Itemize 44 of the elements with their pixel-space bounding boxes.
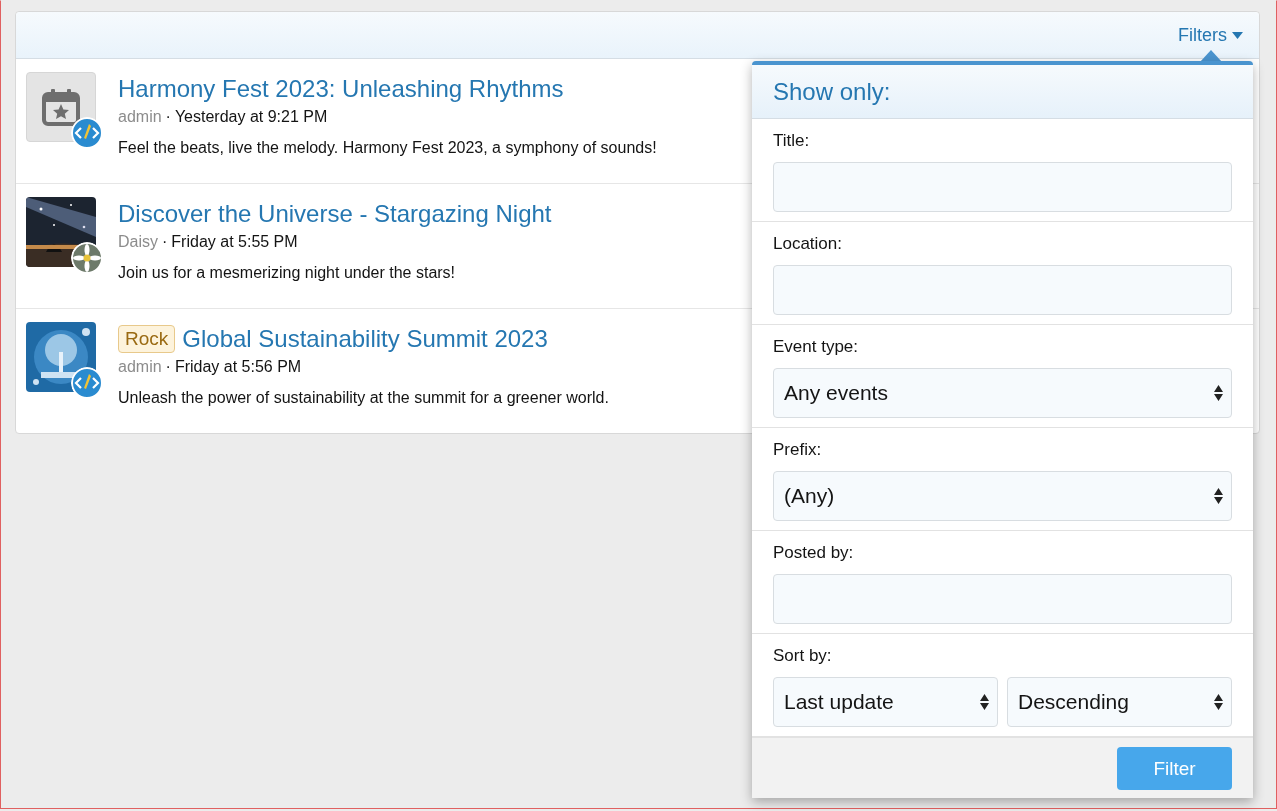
select-field[interactable]: Descending [1007,677,1232,727]
filters-button[interactable]: Filters [1178,24,1243,46]
field-label: Sort by: [773,646,833,666]
select-arrows-icon [1214,385,1223,401]
field-label: Event type: [773,337,860,357]
menu-heading: Show only: [752,65,1253,119]
author-link[interactable]: admin [118,358,162,375]
select-value: Descending [1018,690,1129,714]
avatar-icon [71,117,103,149]
input-field[interactable] [773,265,1232,315]
select-value: Any events [784,381,888,405]
input-field[interactable] [773,162,1232,212]
select-field[interactable]: Any events [773,368,1232,418]
select-arrows-icon [1214,488,1223,504]
field-label: Prefix: [773,440,823,460]
post-time: Friday at 5:56 PM [174,358,302,375]
calendar-icon [41,88,81,126]
event-title-link[interactable]: Global Sustainability Summit 2023 [182,325,548,353]
select-field[interactable]: (Any) [773,471,1232,521]
input-field[interactable] [773,574,1232,624]
separator-dot: · [165,108,171,125]
separator-dot: · [162,233,168,250]
event-snippet: Feel the beats, live the melody. Harmony Fest 2023, a symphony of sounds! [118,139,657,157]
event-snippet: Unleash the power of sustainability at the summit for a greener world. [118,389,609,407]
field-label: Posted by: [773,543,855,563]
select-arrows-icon [1214,694,1223,710]
event-title-link[interactable]: Discover the Universe - Stargazing Night [118,200,552,228]
caret-icon [1232,31,1243,39]
author-link[interactable]: Daisy [118,233,158,250]
select-arrows-icon [980,694,989,710]
prefix-label[interactable]: Rock [118,325,176,353]
field-label: Location: [773,234,843,254]
avatar-icon [71,367,103,399]
select-value: (Any) [784,484,835,508]
post-time: Friday at 5:55 PM [171,233,298,250]
select-field[interactable]: Last update [773,677,998,727]
filter-button[interactable]: Filter [1117,747,1232,790]
event-snippet: Join us for a mesmerizing night under the stars! [118,264,457,282]
separator-dot: · [165,358,171,375]
author-link[interactable]: admin [118,108,162,125]
field-label: Title: [773,131,811,151]
select-value: Last update [784,690,894,714]
event-title-link[interactable]: Harmony Fest 2023: Unleashing Rhythms [118,75,564,103]
post-time: Yesterday at 9:21 PM [174,108,328,125]
